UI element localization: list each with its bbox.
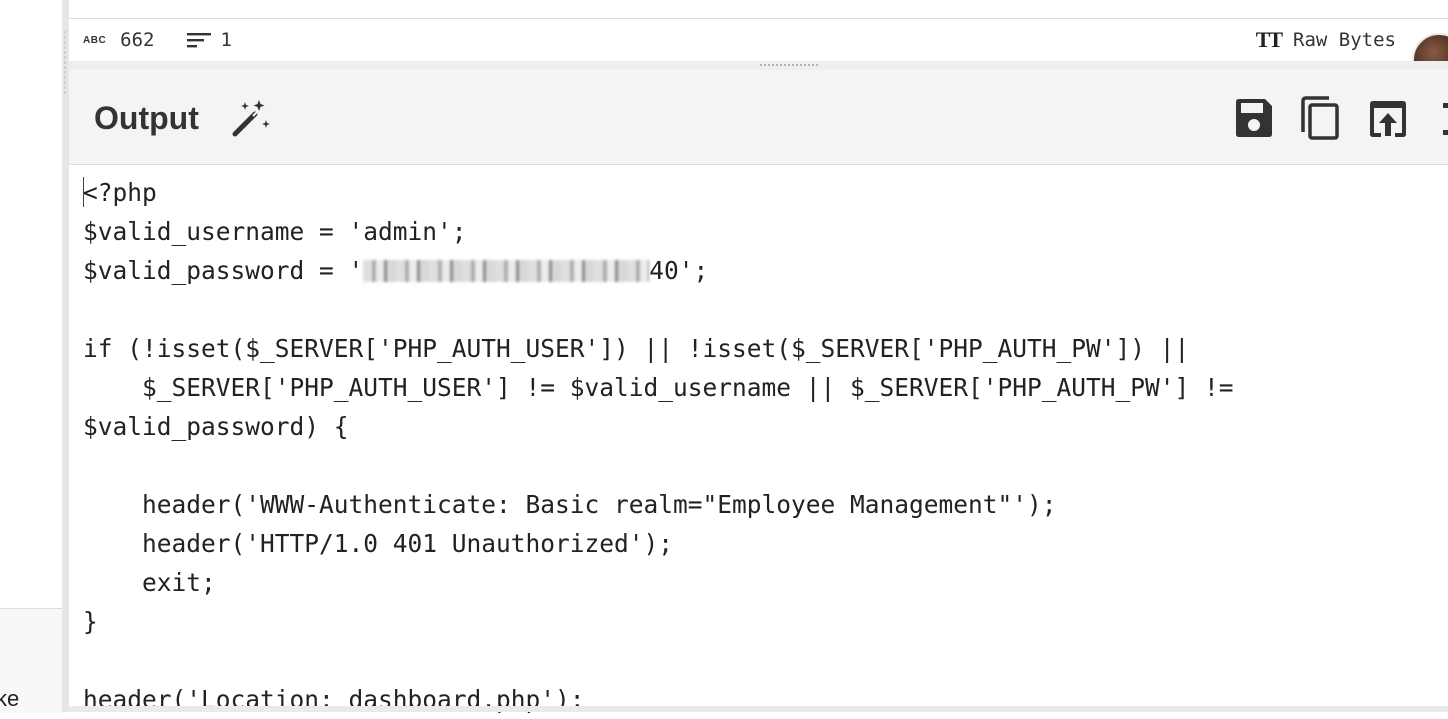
code-line: header('WWW-Authenticate: Basic realm="E… [83,490,1057,519]
horizontal-scrollbar[interactable] [69,706,1448,712]
format-label[interactable]: Raw Bytes [1293,29,1396,51]
output-code: <?php $valid_username = 'admin'; $valid_… [83,173,1234,719]
code-line: $valid_username = 'admin'; [83,217,467,246]
save-icon[interactable] [1233,96,1275,140]
code-line-suffix: 40'; [649,256,709,285]
pane-splitter[interactable] [62,0,69,712]
main-pane: ABC 662 1 TT Raw Bytes Output <?php $val… [69,0,1448,714]
code-line: <?php [83,178,157,207]
line-count: 1 [220,29,232,51]
format-selector[interactable]: TT Raw Bytes [1256,19,1396,61]
output-header: Output [69,69,1448,165]
pane-divider[interactable] [69,61,1448,69]
copy-icon[interactable] [1299,96,1341,140]
code-line: $_SERVER['PHP_AUTH_USER'] != $valid_user… [83,373,1234,402]
magic-wand-icon[interactable] [229,96,273,140]
code-line: exit; [83,568,216,597]
splitter-grip-icon[interactable] [64,30,66,96]
divider-grip-icon[interactable] [759,63,819,67]
code-line-prefix: $valid_password = ' [83,256,364,285]
input-area-bottom[interactable] [69,0,1448,19]
code-line: if (!isset($_SERVER['PHP_AUTH_USER']) ||… [83,334,1190,363]
maximise-icon[interactable] [1437,96,1448,140]
left-pane: ke [0,0,62,713]
output-title: Output [94,100,199,136]
code-line: $valid_password) { [83,412,349,441]
redacted-password [363,260,650,282]
code-line: } [83,607,98,636]
open-in-input-icon[interactable] [1367,96,1409,140]
left-pane-cut-text: ke [0,686,20,711]
output-textarea[interactable]: <?php $valid_username = 'admin'; $valid_… [69,165,1448,714]
text-format-icon: TT [1255,27,1283,52]
char-count: 662 [120,29,155,51]
lines-icon [186,33,211,48]
input-status-bar: ABC 662 1 TT Raw Bytes [69,19,1448,87]
abc-icon: ABC [83,34,107,46]
code-line: header('HTTP/1.0 401 Unauthorized'); [83,529,674,558]
